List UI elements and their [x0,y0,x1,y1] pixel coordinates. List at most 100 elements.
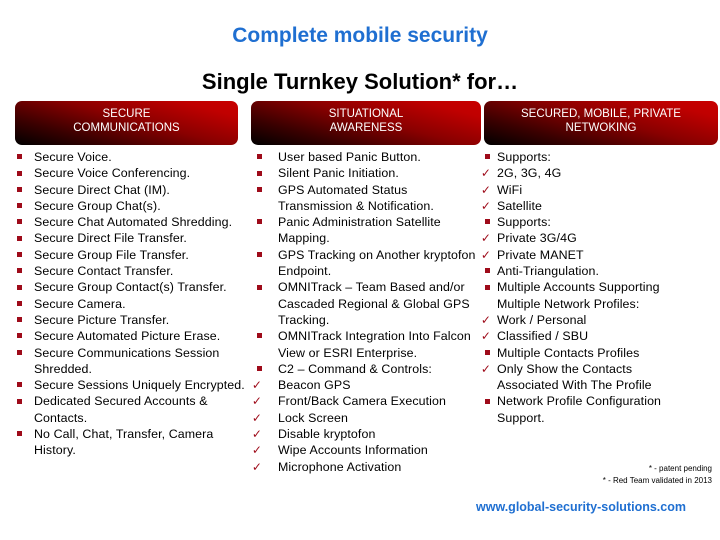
list-item-text: Secure Communications Session Shredded. [34,345,220,376]
square-bullet-icon [12,149,26,165]
square-bullet-icon [480,149,494,165]
header-label: SECURED, MOBILE, PRIVATE NETWOKING [521,108,681,134]
list-item-text: Lock Screen [278,410,348,425]
list-item-text: 2G, 3G, 4G [497,166,562,181]
list-item-text: Multiple Accounts Supporting Multiple Ne… [497,280,660,311]
checkmark-icon: ✓ [251,378,263,393]
checkmark-icon: ✓ [480,329,492,344]
square-bullet-icon [252,182,266,198]
square-bullet-icon [12,393,26,409]
header-secure-communications: SECURE COMMUNICATIONS [15,101,238,145]
list-item-text: GPS Automated Status Transmission & Noti… [278,182,434,213]
list-item: Secure Direct File Transfer. [6,230,246,246]
header-label: SITUATIONAL AWARENESS [328,108,404,134]
header-situational-awareness: SITUATIONAL AWARENESS [251,101,481,145]
list-item: ✓ Lock Screen [250,410,480,426]
list-item-text: Front/Back Camera Execution [278,394,446,409]
square-bullet-icon [12,296,26,312]
checkmark-icon: ✓ [251,394,263,409]
list-item-text: Secure Chat Automated Shredding. [34,215,233,230]
list-item-text: Network Profile Configuration Support. [497,394,662,425]
list-item-text: Secure Contact Transfer. [34,264,174,279]
square-bullet-icon [12,214,26,230]
square-bullet-icon [12,426,26,442]
list-item: ✓ Classified / SBU [480,328,695,344]
list-item: Secure Automated Picture Erase. [6,328,246,344]
list-item-text: Secure Voice. [34,150,112,164]
list-item: ✓ Satellite [480,198,695,214]
page-subtitle: Single Turnkey Solution* for… [201,69,519,94]
list-item-text: Disable kryptofon [278,427,376,442]
list-item-text: WiFi [497,182,523,197]
list-item-text: Panic Administration Satellite Mapping. [278,215,441,246]
square-bullet-icon [12,279,26,295]
square-bullet-icon [252,165,266,181]
list-item-text: Secure Group File Transfer. [34,247,189,262]
square-bullet-icon [12,328,26,344]
square-bullet-icon [252,328,266,344]
list-item: ✓ Private 3G/4G [480,230,695,246]
list-item: OMNITrack Integration Into Falcon View o… [250,328,480,361]
list-item: ✓ Front/Back Camera Execution [250,393,480,409]
list-item-text: C2 – Command & Controls: [278,361,432,376]
list-item-text: Classified / SBU [497,329,589,344]
list-item: ✓ Beacon GPS [250,377,480,393]
list-item-text: Beacon GPS [278,378,351,393]
list-item: ✓ Wipe Accounts Information [250,442,480,458]
square-bullet-icon [12,377,26,393]
square-bullet-icon [252,214,266,230]
square-bullet-icon [252,279,266,295]
square-bullet-icon [12,312,26,328]
list-item-text: No Call, Chat, Transfer, Camera History. [34,427,214,458]
checkmark-icon: ✓ [251,427,263,442]
website-link[interactable]: www.global-security-solutions.com [476,500,686,514]
secured-networking-list: Supports: ✓ 2G, 3G, 4G ✓ WiFi ✓ Satellite Suppo… [480,149,695,426]
list-item-text: OMNITrack Integration Into Falcon View o… [278,329,471,360]
list-item-text: GPS Tracking on Another kryptofon Endpoi… [278,247,476,279]
list-item: C2 – Command & Controls: [250,361,480,377]
checkmark-icon: ✓ [251,459,263,474]
checkmark-icon: ✓ [251,410,263,425]
list-item: Supports: [480,149,695,165]
list-item-text: Secure Sessions Uniquely Encrypted. [34,378,245,393]
list-item-text: Satellite [497,198,542,213]
situational-awareness-list: User based Panic Button. Silent Panic Ini… [250,149,480,475]
square-bullet-icon [480,345,494,361]
list-item: GPS Tracking on Another kryptofon Endpoi… [250,247,480,280]
square-bullet-icon [12,263,26,279]
list-item-text: User based Panic Button. [278,150,421,164]
list-item: ✓ 2G, 3G, 4G [480,165,695,181]
list-item-text: Secure Voice Conferencing. [34,166,191,181]
list-item-text: Supports: [497,215,551,230]
list-item-text: Secure Direct Chat (IM). [34,182,170,197]
square-bullet-icon [12,247,26,263]
list-item: ✓ Work / Personal [480,312,695,328]
checkmark-icon: ✓ [480,166,492,181]
list-item-text: Dedicated Secured Accounts & Contacts. [34,394,208,425]
list-item-text: Secure Group Chat(s). [34,198,161,213]
header-secured-networking: SECURED, MOBILE, PRIVATE NETWOKING [484,101,718,145]
page-title: Complete mobile security [232,24,488,47]
footnote-patent: * - patent pending [648,464,712,473]
list-item: OMNITrack – Team Based and/or Cascaded R… [250,279,480,328]
square-bullet-icon [12,345,26,361]
square-bullet-icon [480,263,494,279]
list-item: Secure Camera. [6,296,246,312]
list-item-text: Work / Personal [497,312,587,327]
checkmark-icon: ✓ [480,247,492,262]
list-item: ✓ WiFi [480,182,695,198]
secure-communications-list: Secure Voice. Secure Voice Conferencing. S… [6,149,246,459]
list-item: GPS Automated Status Transmission & Noti… [250,182,480,215]
list-item: Secure Sessions Uniquely Encrypted. [6,377,246,393]
list-item-text: Silent Panic Initiation. [278,166,399,181]
list-item: Secure Group Chat(s). [6,198,246,214]
list-item: Secure Communications Session Shredded. [6,345,246,378]
list-item: Multiple Contacts Profiles [480,345,695,361]
footnote-red-team: * - Red Team validated in 2013 [602,476,712,485]
list-item-text: Wipe Accounts Information [278,443,428,458]
list-item: No Call, Chat, Transfer, Camera History. [6,426,246,459]
square-bullet-icon [12,198,26,214]
list-item: Silent Panic Initiation. [250,165,480,181]
square-bullet-icon [252,361,266,377]
checkmark-icon: ✓ [480,198,492,213]
